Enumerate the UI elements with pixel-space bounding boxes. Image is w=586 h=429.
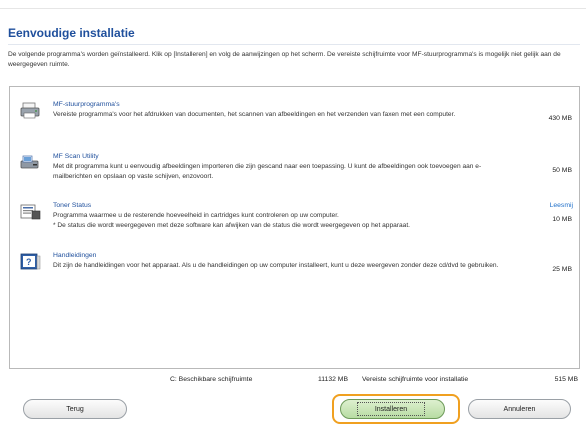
item-description: Vereiste programma's voor het afdrukken … (53, 111, 456, 118)
back-button[interactable]: Terug (23, 399, 127, 419)
program-list[interactable]: MF-stuurprogramma's Vereiste programma's… (9, 86, 580, 369)
intro-text: De volgende programma's worden geïnstall… (8, 51, 561, 68)
item-description-note: * De status die wordt weergegeven met de… (53, 221, 411, 229)
top-border (0, 0, 586, 9)
readme-link[interactable]: Leesmij (550, 202, 573, 209)
toner-icon (20, 202, 42, 222)
item-size: 10 MB (552, 216, 572, 223)
item-description: Dit zijn de handleidingen voor het appar… (53, 262, 499, 269)
available-space-value: 11132 MB (318, 376, 348, 383)
title-divider (8, 44, 580, 45)
item-size: 25 MB (552, 266, 572, 273)
required-space-label: Vereiste schijfruimte voor installatie (362, 376, 469, 383)
item-name: MF-stuurprogramma's (53, 101, 120, 108)
required-space-value: 515 MB (554, 376, 578, 383)
manual-book-icon: ? (20, 252, 42, 272)
svg-text:?: ? (26, 257, 32, 267)
scanner-icon (20, 153, 42, 173)
item-name: Handleidingen (53, 252, 97, 259)
item-description-main: Programma waarmee u de resterende hoevee… (53, 212, 339, 219)
cancel-button[interactable]: Annuleren (468, 399, 571, 419)
item-size: 50 MB (552, 167, 572, 174)
item-name: MF Scan Utility (53, 153, 99, 160)
page-title: Eenvoudige installatie (8, 26, 135, 40)
install-button-label[interactable]: Installeren (357, 402, 425, 416)
item-name: Toner Status (53, 202, 92, 209)
item-description: Programma waarmee u de resterende hoevee… (53, 211, 513, 230)
item-size: 430 MB (548, 115, 572, 122)
available-space-label: C: Beschikbare schijfruimte (170, 376, 253, 383)
item-description: Met dit programma kunt u eenvoudig afbee… (53, 163, 482, 180)
printer-icon (20, 101, 42, 121)
